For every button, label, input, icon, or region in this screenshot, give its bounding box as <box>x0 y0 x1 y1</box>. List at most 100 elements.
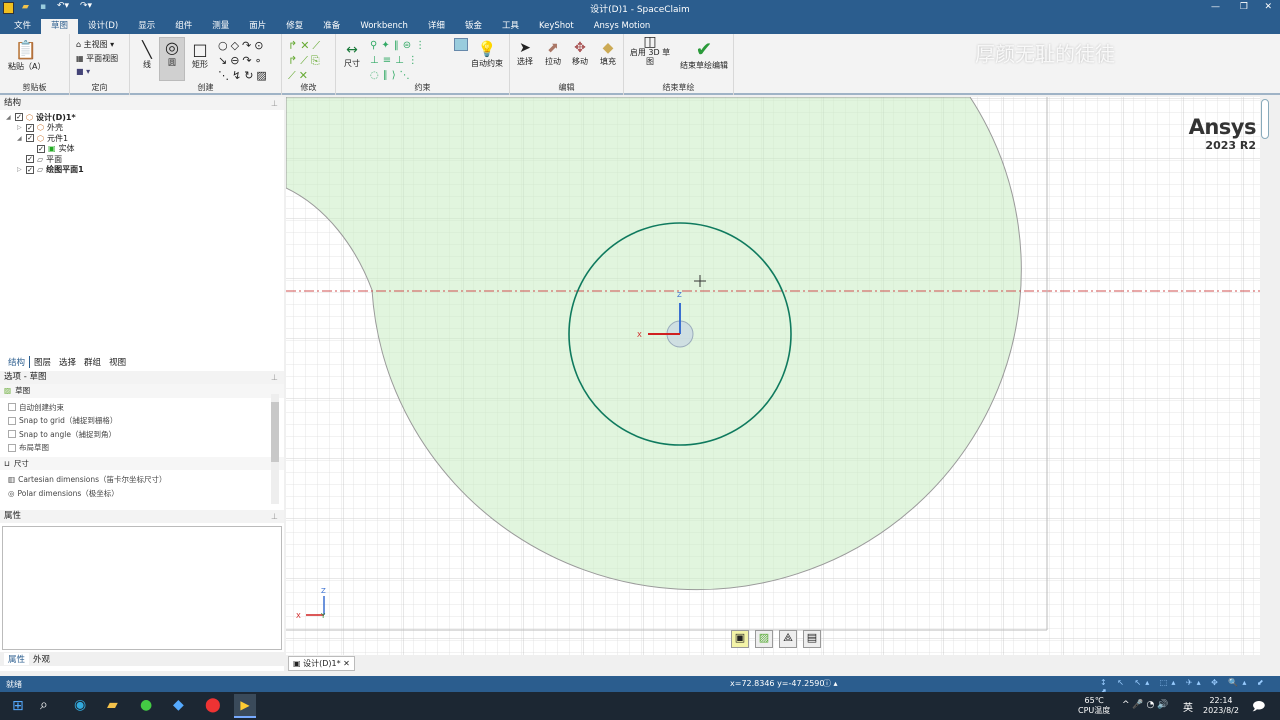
menu-item[interactable]: 工具 <box>492 19 529 34</box>
tree-item[interactable]: ◢ ✓ ⬡ 设计(D)1* <box>6 112 284 123</box>
panel-tab[interactable]: 选择 <box>55 356 80 368</box>
menu-item[interactable]: 显示 <box>128 19 165 34</box>
finish-sketch-button[interactable]: ✔ 结束草绘编辑 <box>676 38 732 71</box>
checkbox[interactable]: ✓ <box>15 113 23 122</box>
record-icon[interactable]: ⬤ <box>205 697 221 713</box>
checkbox[interactable]: ✓ <box>26 155 34 164</box>
create-tools-grid[interactable]: ○◇↷⊙ ↘⊖↷∘ ⋱↯↻▨ <box>218 38 278 83</box>
constraint-tools-grid[interactable]: ⚲✦‖⊜⋮ ⊥≡⊥⋮ ◌∥⟩⋱ <box>370 38 429 83</box>
move-tool[interactable]: ✥ 移动 <box>567 40 593 67</box>
explorer-icon[interactable]: ▰ <box>107 697 118 713</box>
home-view-button[interactable]: ⌂ 主视图 ▾ <box>76 39 114 50</box>
close-button[interactable]: ✕ <box>1264 2 1272 12</box>
checkbox[interactable]: ✓ <box>26 165 34 174</box>
app-blue-icon[interactable]: ◆ <box>173 697 184 713</box>
tree-item[interactable]: ◢ ✓ ⬡ 元件1 <box>6 133 284 144</box>
expand-icon[interactable]: ◢ <box>17 135 26 142</box>
ime-indicator[interactable]: 英 <box>1183 699 1193 714</box>
checkbox[interactable] <box>8 430 16 439</box>
panel-tab[interactable]: 群组 <box>80 356 105 368</box>
menu-item[interactable]: 详细 <box>418 19 455 34</box>
pull-tool[interactable]: ⬈ 拉动 <box>540 40 566 67</box>
taskbar: ⊞ ⌕ ◉ ▰ ● ◆ ⬤ ▶ 65℃ CPU温度 ^ 🎤 ◔ 🔊 英 22:14… <box>0 692 1280 720</box>
pin-icon[interactable]: ⊥ <box>271 371 278 384</box>
menu-item[interactable]: Ansys Motion <box>584 19 661 34</box>
option-checkbox[interactable]: 自动创建约束 <box>0 401 284 415</box>
menu-item[interactable]: 准备 <box>313 19 350 34</box>
circle-tool[interactable]: ◎ 圆 <box>159 37 185 81</box>
sketch-mode-icon[interactable]: ▨ <box>755 630 773 648</box>
polar-option[interactable]: ◎ Polar dimensions（极坐标） <box>0 487 284 501</box>
expand-icon[interactable]: ◢ <box>6 114 15 121</box>
3d-mode-icon[interactable]: ▤ <box>803 630 821 648</box>
expand-icon[interactable]: ▷ <box>17 124 26 131</box>
menu-item[interactable]: 文件 <box>4 19 41 34</box>
panel-tab[interactable]: 视图 <box>105 356 130 368</box>
minimize-button[interactable]: — <box>1211 2 1220 12</box>
tree-node-icon: ▱ <box>37 154 44 164</box>
pin-icon[interactable]: ⊥ <box>271 510 278 523</box>
menu-item[interactable]: KeyShot <box>529 19 584 34</box>
menu-item[interactable]: 修复 <box>276 19 313 34</box>
options-scrollbar[interactable] <box>271 394 279 504</box>
checkbox[interactable] <box>8 416 16 425</box>
select-tool[interactable]: ➤ 选择 <box>514 40 536 67</box>
tray-icons[interactable]: ^ 🎤 ◔ 🔊 <box>1122 700 1168 710</box>
edge-icon[interactable]: ◉ <box>74 697 86 713</box>
sketch-svg[interactable]: Z X Z X Y <box>286 97 1270 655</box>
bottom-tab[interactable]: 属性 <box>4 653 30 665</box>
tree-item[interactable]: ✓ ▱ 平面 <box>6 154 284 165</box>
dimension-tool[interactable]: ↔ 尺寸 <box>340 42 364 69</box>
checkbox[interactable]: ✓ <box>37 144 45 153</box>
notification-icon[interactable]: 🗩 <box>1252 697 1265 718</box>
group-label: 创建 <box>197 83 214 92</box>
tree-item[interactable]: ▷ ✓ ⬡ 外壳 <box>6 123 284 134</box>
paste-button[interactable]: 📋 粘贴（A） <box>8 40 45 72</box>
menu-item[interactable]: 草图 <box>41 19 79 34</box>
start-icon[interactable]: ⊞ <box>12 698 24 714</box>
tree-item[interactable]: ✓ ▣ 实体 <box>6 144 284 155</box>
menu-item[interactable]: 测量 <box>202 19 239 34</box>
menu-item[interactable]: 钣金 <box>455 19 492 34</box>
app-green-icon[interactable]: ● <box>140 697 152 713</box>
show-constraints-toggle[interactable] <box>454 38 468 51</box>
sketch-canvas[interactable]: Z X Z X Y Ansys 2023 R2 ▣ ▨ ⟁ ▤ <box>286 97 1270 655</box>
expand-icon[interactable]: ▷ <box>17 166 26 173</box>
panel-tab[interactable]: 结构 <box>4 356 31 368</box>
pin-icon[interactable]: ⊥ <box>271 97 278 110</box>
tree-item[interactable]: ▷ ✓ ▱ 绘图平面1 <box>6 165 284 176</box>
menu-item[interactable]: Workbench <box>350 19 418 34</box>
clock[interactable]: 22:14 2023/8/2 <box>1200 696 1242 716</box>
plan-view-button[interactable]: ▦ 平面视图 <box>76 53 118 64</box>
menu-item[interactable]: 组件 <box>165 19 202 34</box>
fill-tool[interactable]: ◆ 填充 <box>595 40 621 67</box>
checkbox[interactable] <box>8 443 16 452</box>
option-checkbox[interactable]: Snap to grid（捕捉到栅格） <box>0 414 284 428</box>
option-checkbox[interactable]: Snap to angle（捕捉到角） <box>0 428 284 442</box>
doc-tab[interactable]: ▣ 设计(D)1* ✕ <box>288 656 355 671</box>
option-checkbox[interactable]: 布局草图 <box>0 441 284 455</box>
cartesian-label: Cartesian dimensions（笛卡尔坐标尺寸） <box>18 475 167 485</box>
checkbox[interactable]: ✓ <box>26 123 34 132</box>
view-cube-icon[interactable]: ■ ▾ <box>76 67 90 76</box>
checkbox[interactable]: ✓ <box>26 134 34 143</box>
search-icon[interactable]: ⌕ <box>40 697 48 713</box>
bottom-tab[interactable]: 外观 <box>29 653 54 665</box>
spaceclaim-taskbar-icon[interactable]: ▶ <box>234 694 256 718</box>
info-icon[interactable]: ⓘ ▴ <box>823 678 838 689</box>
restore-button[interactable]: ❐ <box>1240 2 1248 12</box>
menu-item[interactable]: 设计(D) <box>78 19 128 34</box>
solid-mode-icon[interactable]: ▣ <box>731 630 749 648</box>
rectangle-label: 矩形 <box>192 60 208 69</box>
menu-item[interactable]: 面片 <box>239 19 276 34</box>
checkbox[interactable] <box>8 403 16 412</box>
cartesian-option[interactable]: ▥ Cartesian dimensions（笛卡尔坐标尺寸） <box>0 473 284 487</box>
modify-tools-grid[interactable]: ↱✕⟋ ↱⟋⎘ ⟋✕ <box>288 38 323 83</box>
section-mode-icon[interactable]: ⟁ <box>779 630 797 648</box>
auto-constrain-button[interactable]: 💡 自动约束 <box>468 40 506 69</box>
line-tool[interactable]: ╲ 线 <box>136 40 158 70</box>
canvas-scrollbar[interactable] <box>1260 97 1270 655</box>
panel-tab[interactable]: 图层 <box>30 356 55 368</box>
rectangle-tool[interactable]: □ 矩形 <box>188 40 212 70</box>
enable-3d-sketch-button[interactable]: ◫ 启用 3D 草图 <box>628 35 672 66</box>
